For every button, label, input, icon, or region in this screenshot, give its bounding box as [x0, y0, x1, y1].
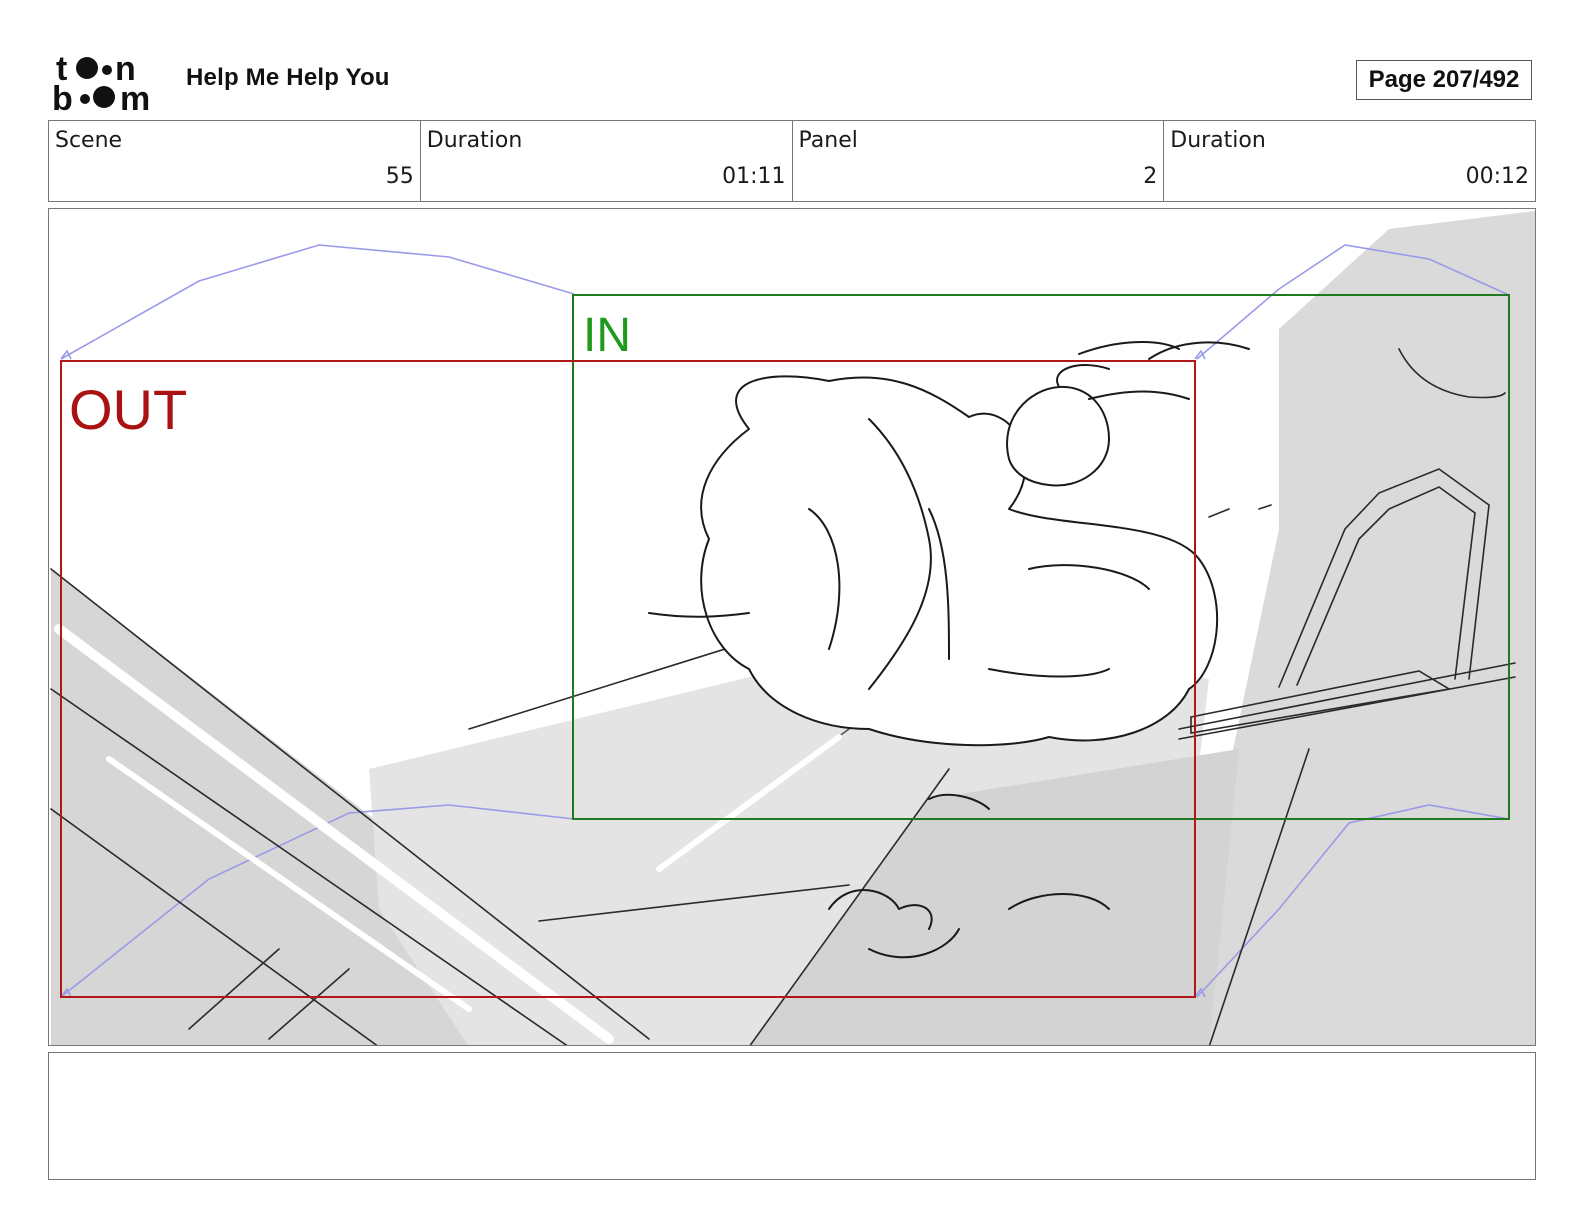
panel-notes-box[interactable]	[48, 1052, 1536, 1180]
scene-cell: Scene 55	[49, 121, 421, 201]
svg-text:b: b	[52, 80, 73, 112]
in-frame-label: IN	[583, 309, 631, 362]
panel-drawing: IN OUT	[50, 211, 1535, 1045]
panel-label: Panel	[798, 128, 858, 153]
panel-duration-value: 00:12	[1465, 164, 1529, 189]
panel-duration-cell: Duration 00:12	[1164, 121, 1535, 201]
panel-cell: Panel 2	[793, 121, 1165, 201]
toon-boom-logo: t n b m	[52, 50, 150, 112]
scene-info-table: Scene 55 Duration 01:11 Panel 2 Duration…	[48, 120, 1536, 202]
panel-duration-label: Duration	[1170, 128, 1266, 153]
scene-value: 55	[385, 164, 414, 189]
scene-duration-value: 01:11	[722, 164, 786, 189]
scene-duration-label: Duration	[426, 128, 523, 153]
project-title: Help Me Help You	[186, 64, 390, 91]
scene-duration-cell: Duration 01:11	[421, 121, 793, 201]
storyboard-panel: IN OUT	[48, 208, 1536, 1046]
out-frame-label: OUT	[69, 378, 187, 441]
svg-text:m: m	[120, 80, 150, 112]
scene-label: Scene	[55, 128, 123, 153]
page-counter: Page 207/492	[1356, 60, 1532, 100]
panel-value: 2	[1143, 164, 1158, 189]
